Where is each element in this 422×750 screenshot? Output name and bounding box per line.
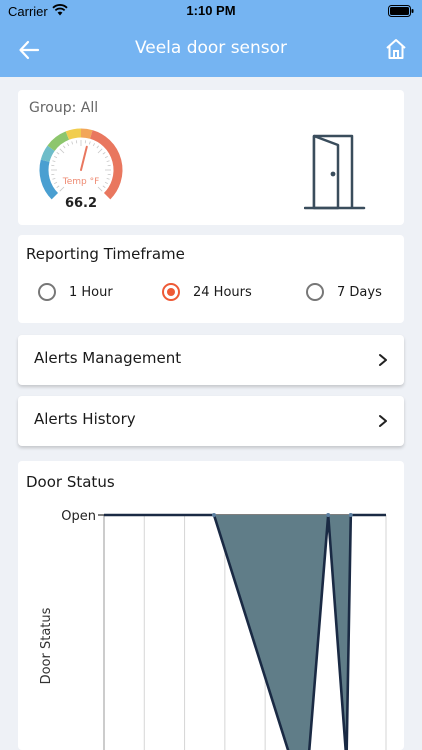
y-axis-label: Door Status: [39, 607, 54, 684]
gauge-tick: [102, 152, 106, 155]
gauge-tick: [97, 148, 103, 154]
open-door-icon: [304, 134, 366, 210]
group-label: Group: All: [29, 100, 99, 116]
alerts-history-row[interactable]: Alerts History: [18, 396, 404, 446]
gauge-tick: [54, 156, 58, 159]
gauge-tick: [106, 160, 110, 163]
gauge-tick: [104, 156, 108, 159]
gauge-tick: [88, 141, 91, 145]
reporting-timeframe-title: Reporting Timeframe: [26, 245, 185, 263]
status-bar: Carrier 1:10 PM: [0, 0, 422, 24]
door-status-chart: Door Status Open: [39, 509, 387, 750]
sensor-card: Group: All Temp °F 66.2: [18, 90, 404, 225]
gauge-tick: [102, 185, 106, 188]
gauge-value: 66.2: [65, 196, 97, 210]
alerts-management-label: Alerts Management: [34, 349, 182, 367]
y-tick-label: Open: [61, 509, 96, 524]
gauge-tick: [52, 160, 56, 163]
radio-label: 24 Hours: [193, 284, 252, 300]
radio-label: 7 Days: [337, 284, 382, 300]
gauge-tick: [56, 152, 60, 155]
gauge-tick: [96, 145, 99, 149]
clock-label: 1:10 PM: [186, 3, 236, 18]
gauge-tick: [59, 148, 65, 154]
alerts-management-row[interactable]: Alerts Management: [18, 335, 404, 385]
radio-label: 1 Hour: [69, 284, 113, 300]
reporting-timeframe-card: Reporting Timeframe 1 Hour 24 Hours 7 Da…: [18, 235, 404, 323]
battery-icon: [388, 5, 414, 17]
gauge-needle: [80, 145, 88, 171]
page-title: Veela door sensor: [134, 38, 288, 58]
gauge-tick: [71, 141, 74, 145]
gauge-tick: [63, 145, 66, 149]
temperature-gauge: Temp °F 66.2: [39, 128, 123, 210]
gauge-tick: [56, 185, 60, 188]
app-header: Carrier 1:10 PM Veela door sensor: [0, 0, 422, 77]
chevron-right-icon: [379, 415, 387, 427]
radio-24-hours[interactable]: 24 Hours: [162, 281, 252, 303]
gauge-unit-label: Temp °F: [62, 177, 100, 187]
gauge-tick: [67, 143, 70, 147]
radio-7-days[interactable]: 7 Days: [306, 281, 382, 303]
chevron-right-icon: [379, 354, 387, 366]
radio-circle[interactable]: [306, 283, 324, 301]
data-point: [326, 513, 331, 517]
gauge-tick: [106, 177, 110, 180]
gauge-tick: [54, 181, 58, 184]
door-status-card: Door Status Door Status Open: [18, 461, 404, 750]
radio-circle-selected[interactable]: [162, 283, 180, 301]
gauge-tick: [59, 186, 65, 192]
y-tick-labels: Open: [61, 509, 96, 524]
radio-1-hour[interactable]: 1 Hour: [38, 281, 113, 303]
data-point: [348, 513, 353, 517]
alerts-history-label: Alerts History: [34, 410, 136, 428]
home-icon[interactable]: [384, 37, 408, 61]
chart-marks: [104, 513, 386, 750]
gauge-tick: [92, 143, 95, 147]
gauge-tick: [52, 177, 56, 180]
gauge-tick: [97, 186, 103, 192]
data-point: [211, 513, 216, 517]
gauge-tick: [104, 181, 108, 184]
radio-circle[interactable]: [38, 283, 56, 301]
